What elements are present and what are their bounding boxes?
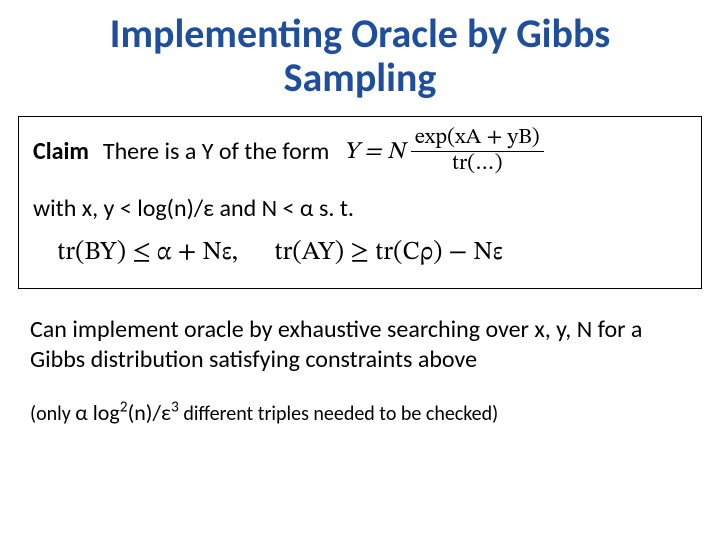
- p2-post: different triples needed to be checked): [179, 402, 498, 426]
- ineq-right: tr(AY) ≥ tr(Cρ) − Nε: [274, 240, 502, 266]
- claim-line-2: with x, y < log(n)/ε and N < α s. t.: [33, 194, 687, 223]
- eq-lhs: Y = N: [343, 137, 404, 167]
- claim-lead-text: There is a Y of the form: [103, 137, 329, 166]
- body-paragraph-2: (only α log2(n)/ε3 different triples nee…: [30, 399, 690, 428]
- p2-sup2: 3: [171, 398, 179, 417]
- eq-frac-num: exp(xA + yB): [411, 127, 544, 152]
- eq-frac-den: tr(…): [448, 152, 507, 176]
- claim-equation: Y = N exp(xA + yB) tr(…): [343, 127, 543, 176]
- p2-expr-b: (n)/ε: [128, 399, 171, 426]
- claim-line-1: Claim There is a Y of the form Y = N exp…: [33, 127, 687, 176]
- p2-expr-a: α log: [75, 399, 119, 426]
- body-paragraph-1: Can implement oracle by exhaustive searc…: [30, 315, 690, 375]
- slide: Implementing Oracle by Gibbs Sampling Cl…: [0, 0, 720, 540]
- p2-sup1: 2: [120, 398, 128, 417]
- claim-label: Claim: [33, 137, 89, 166]
- p2-pre: (only: [30, 402, 75, 426]
- claim-inequalities: tr(BY) ≤ α + Nε, tr(AY) ≥ tr(Cρ) − Nε: [57, 237, 687, 270]
- eq-fraction: exp(xA + yB) tr(…): [411, 127, 544, 176]
- claim-box: Claim There is a Y of the form Y = N exp…: [18, 116, 702, 289]
- slide-title: Implementing Oracle by Gibbs Sampling: [0, 0, 720, 106]
- ineq-left: tr(BY) ≤ α + Nε,: [57, 240, 238, 266]
